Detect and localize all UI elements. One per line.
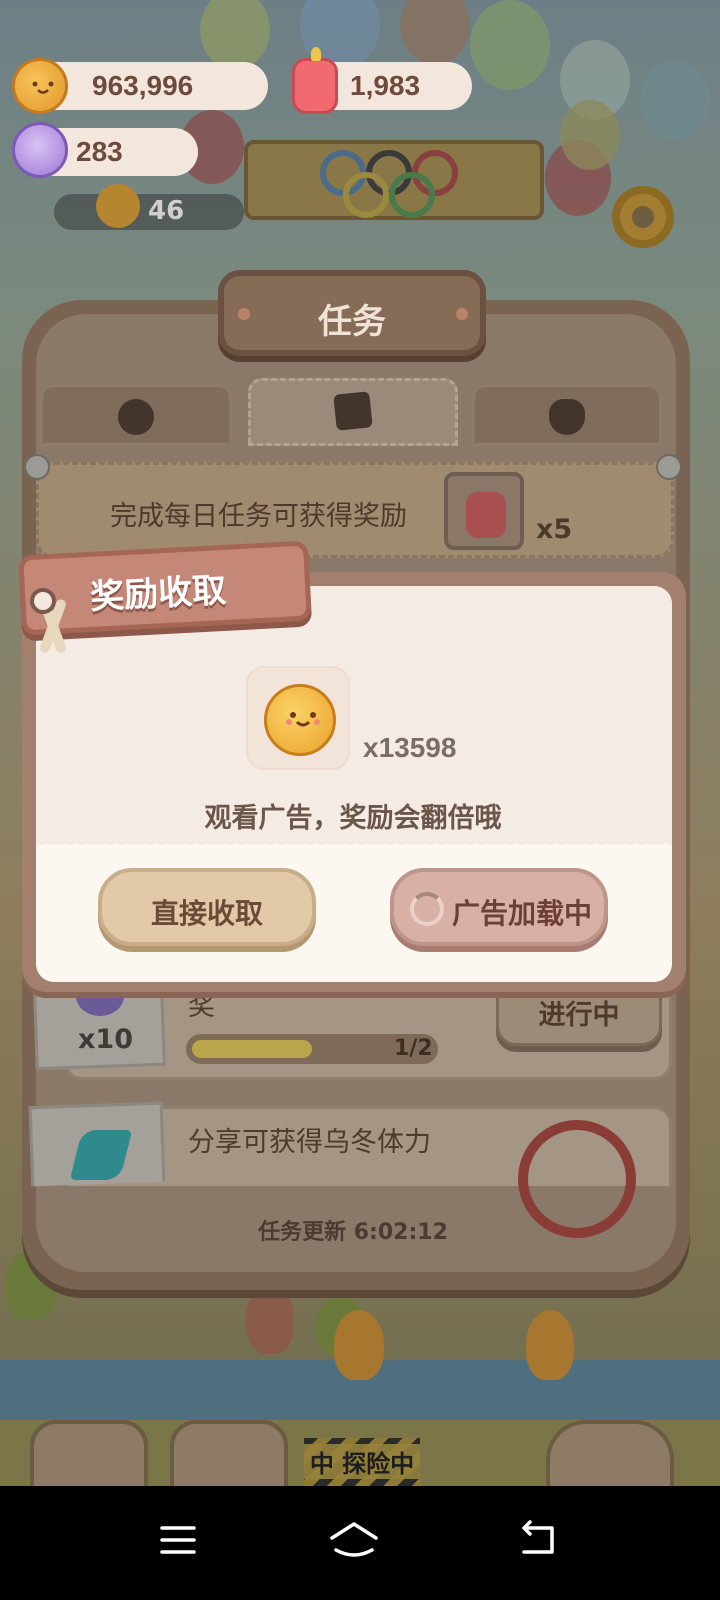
collect-directly-label: 直接收取	[150, 897, 263, 930]
paw-badge-icon	[118, 399, 154, 435]
ring-decoration	[343, 172, 389, 218]
cookie-icon	[12, 58, 68, 114]
bear-heart-icon	[549, 399, 585, 435]
home-icon[interactable]	[314, 1506, 394, 1576]
balloon-decoration	[640, 60, 710, 140]
ring-decoration	[389, 172, 435, 218]
watch-ad-button[interactable]: 广告加载中	[390, 868, 608, 946]
daily-reward-qty: x5	[536, 514, 573, 545]
reward-quantity: x13598	[363, 732, 457, 763]
tab-achievements[interactable]	[40, 384, 232, 446]
balloon-decoration	[200, 0, 270, 70]
pin-icon	[656, 454, 682, 480]
double-reward-hint: 观看广告，奖励会翻倍哦	[204, 803, 502, 834]
balloon-decoration	[560, 100, 620, 170]
cookie-icon	[264, 684, 336, 756]
pin-icon	[24, 454, 50, 480]
dialog-zigzag-edge	[36, 840, 672, 848]
collect-directly-button[interactable]: 直接收取	[98, 868, 316, 946]
task-progress-fill	[192, 1040, 312, 1058]
task-title: 分享可获得乌冬体力	[188, 1127, 431, 1158]
explore-tape: 中 探险中	[304, 1438, 420, 1488]
balloon-decoration	[400, 0, 470, 65]
back-icon[interactable]	[498, 1506, 578, 1576]
candle-icon	[292, 47, 338, 114]
task-refresh-timer: 任务更新 6:02:12	[258, 1220, 448, 1245]
task-title-plaque: 任务	[218, 270, 486, 356]
explore-label: 中 探险中	[304, 1444, 420, 1479]
loading-spinner-icon	[410, 892, 444, 926]
level-number: 46	[148, 196, 185, 226]
task-sheet-icon	[333, 391, 373, 431]
daily-reward-text: 完成每日任务可获得奖励	[110, 501, 407, 532]
character-sprite	[246, 1284, 294, 1354]
reward-item-slot	[246, 666, 350, 770]
task-progress-text: 1/2	[394, 1036, 433, 1061]
task-reward-qty: x10	[78, 1024, 133, 1055]
in-progress-label: 进行中	[538, 1000, 620, 1031]
tab-daily-tasks[interactable]	[248, 378, 458, 446]
system-nav-bar	[0, 1486, 720, 1600]
tab-friends[interactable]	[472, 384, 662, 446]
daily-reward-item	[444, 472, 524, 550]
balloon-decoration	[470, 0, 550, 90]
chick-icon	[96, 184, 140, 228]
gem-count: 283	[76, 136, 123, 167]
menu-icon[interactable]	[138, 1506, 218, 1576]
dialog-title: 奖励收取	[89, 570, 228, 618]
candle-count: 1,983	[350, 70, 421, 101]
candle-icon	[466, 492, 506, 538]
cookie-count: 963,996	[92, 70, 194, 101]
reward-ribbon: 奖励收取	[18, 540, 312, 655]
candy-gem-icon	[12, 122, 68, 178]
panel-title: 任务	[318, 302, 386, 342]
ribbon-hole	[30, 588, 56, 614]
character-sprite	[526, 1310, 574, 1380]
character-sprite	[334, 1310, 384, 1380]
settings-gear-icon[interactable]	[612, 186, 674, 248]
watch-ad-label: 广告加载中	[452, 897, 593, 930]
